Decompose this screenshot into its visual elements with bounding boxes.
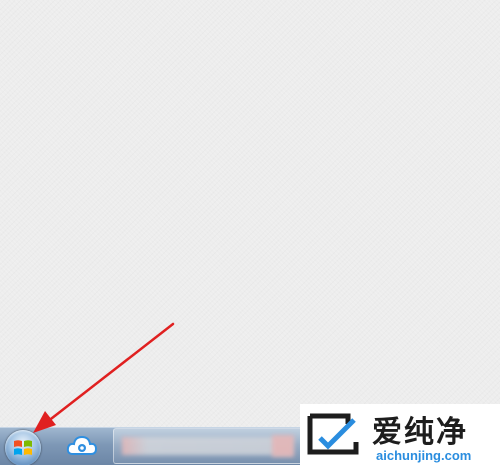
watermark: 爱纯净 aichunjing.com <box>300 404 500 465</box>
watermark-chinese-text: 爱纯净 <box>372 415 468 450</box>
taskbar-pinned-cloud-app[interactable] <box>62 428 102 464</box>
windows-logo-icon <box>14 440 32 455</box>
start-button[interactable] <box>5 430 41 465</box>
aichunjing-logo-icon <box>307 413 359 455</box>
taskbar-open-window[interactable] <box>113 428 303 464</box>
window-icon-blurred <box>272 435 294 457</box>
watermark-domain-text: aichunjing.com <box>376 448 472 463</box>
cloud-app-icon <box>66 435 98 455</box>
window-title-blurred <box>122 437 292 455</box>
desktop <box>0 0 500 427</box>
